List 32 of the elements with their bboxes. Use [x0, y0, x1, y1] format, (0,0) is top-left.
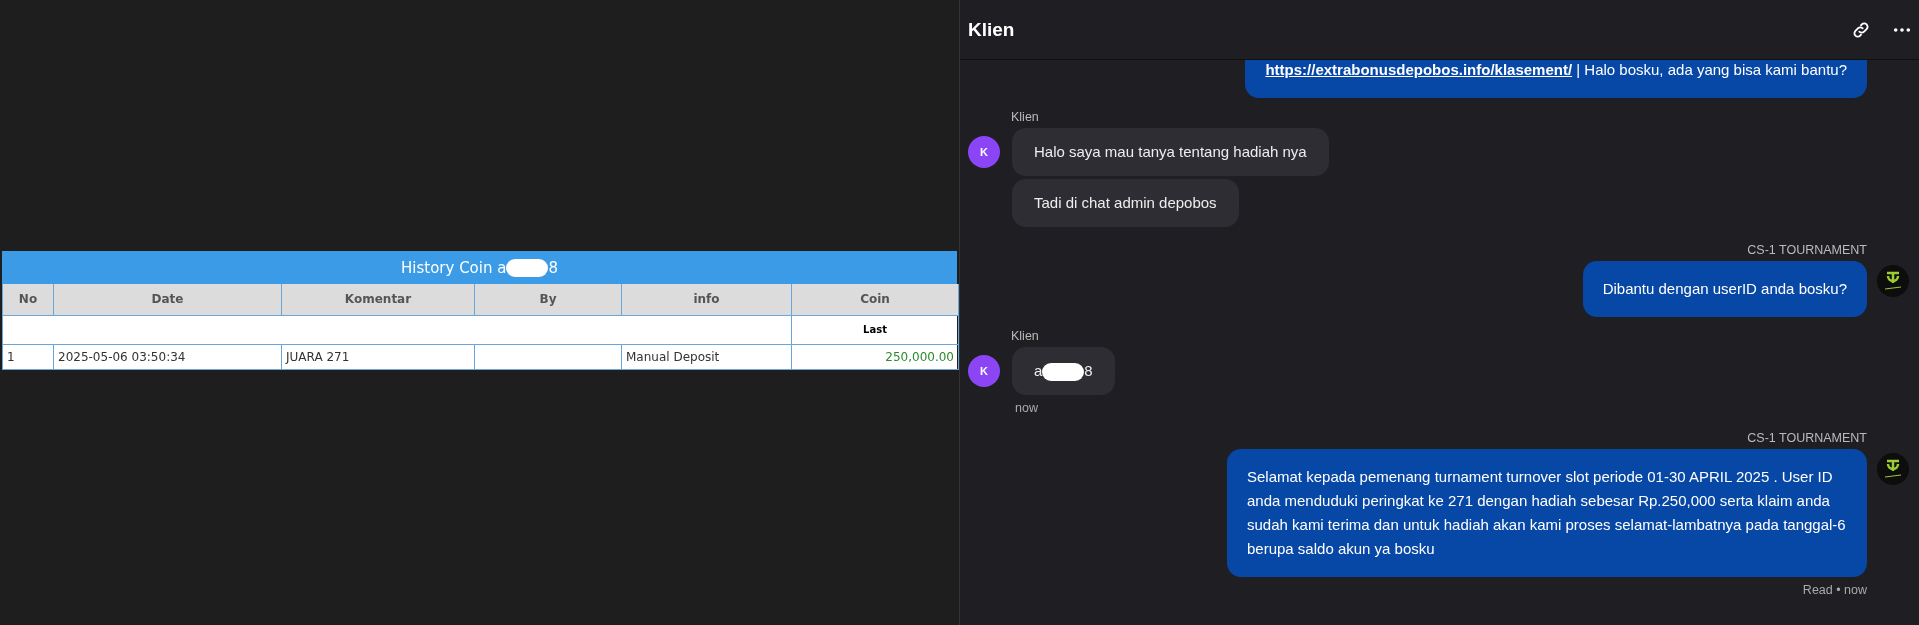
table-title: History Coin a 8	[2, 251, 957, 284]
message-status: Read • now	[1802, 583, 1867, 597]
message-bubble: https://extrabonusdepobos.info/klasement/ | Halo bosku, ada yang bisa kami bantu?	[1245, 60, 1867, 98]
table-cell: 1	[3, 345, 54, 370]
column-header: By	[475, 284, 622, 316]
table-cell: 2025-05-06 03:50:34	[54, 345, 282, 370]
logo-icon	[1877, 453, 1909, 485]
logo-icon	[1877, 265, 1909, 297]
sender-name: Klien	[1011, 329, 1039, 343]
message-bubble: Selamat kepada pemenang turnament turnover slot periode 01-30 APRIL 2025 . User ID anda menduduki peringkat ke 271 dengan hadiah sebesar Rp.250,000 serta klaim anda sudah kami terima dan untuk hadiah akan kami proses selamat-lambatnya pada tanggal-6 berupa saldo akun ya bosku	[1227, 449, 1867, 577]
column-header: No	[3, 284, 54, 316]
sender-name: CS-1 TOURNAMENT	[1747, 431, 1867, 445]
column-header: info	[622, 284, 792, 316]
table-cell: JUARA 271	[282, 345, 475, 370]
sender-name: Klien	[1011, 110, 1039, 124]
message-bubble: Tadi di chat admin depobos	[1012, 179, 1239, 227]
column-header: Date	[54, 284, 282, 316]
table-cell: Manual Deposit	[622, 345, 792, 370]
chat-title: Klien	[968, 18, 1015, 41]
message-bubble: a 8	[1012, 347, 1115, 395]
message-time: now	[1015, 401, 1038, 415]
table-cell: Last	[792, 316, 959, 345]
more-icon[interactable]	[1893, 26, 1911, 33]
message-bubble: Halo saya mau tanya tentang hadiah nya	[1012, 128, 1329, 176]
column-header: Coin	[792, 284, 959, 316]
message-link[interactable]: https://extrabonusdepobos.info/klasement/	[1265, 61, 1573, 78]
column-header: Komentar	[282, 284, 475, 316]
avatar: K	[968, 136, 1000, 168]
table-cell: 250,000.00	[792, 345, 959, 370]
sender-name: CS-1 TOURNAMENT	[1747, 243, 1867, 257]
message-bubble: Dibantu dengan userID anda bosku?	[1582, 261, 1867, 317]
avatar: K	[968, 355, 1000, 387]
